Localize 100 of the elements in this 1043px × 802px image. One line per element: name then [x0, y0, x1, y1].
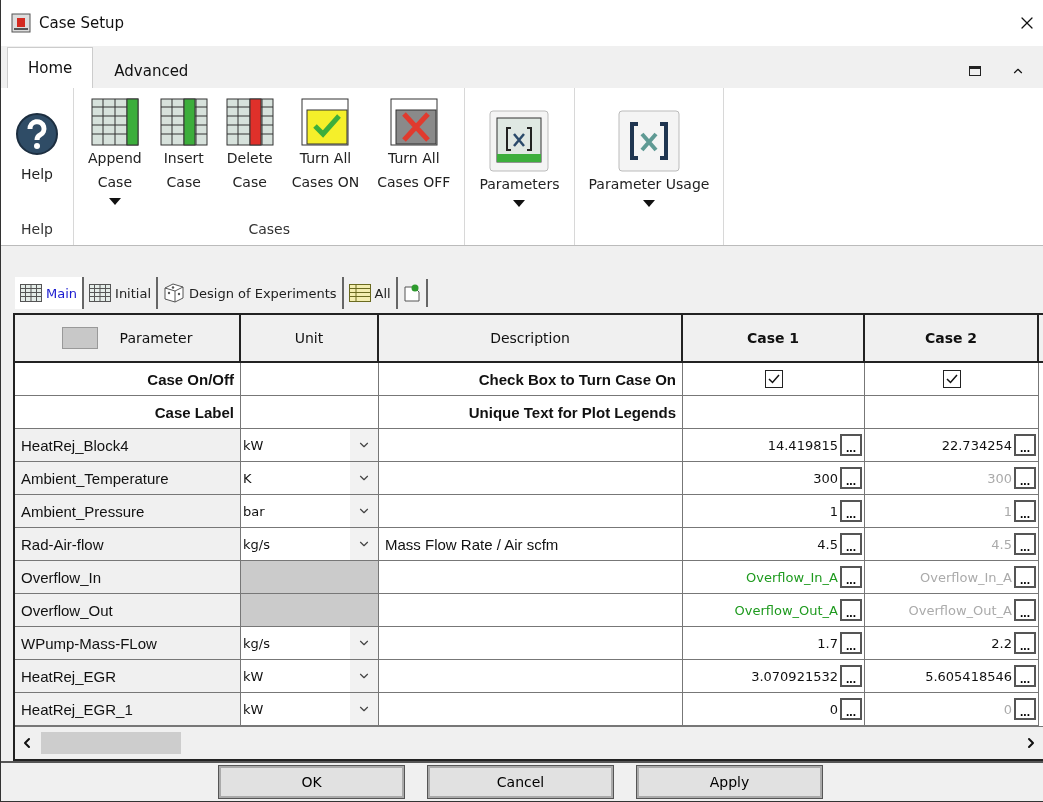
unit-dropdown[interactable]: kW — [241, 693, 379, 726]
value-cell[interactable]: 0 ... — [683, 693, 865, 726]
case-checkbox[interactable] — [764, 370, 783, 388]
ribbon-button[interactable]: Parameters — [473, 96, 566, 209]
value-cell[interactable]: 1 ... — [683, 495, 865, 528]
grid-icon — [348, 284, 371, 302]
unit-dropdown[interactable]: kW — [241, 660, 379, 693]
ribbon-tab[interactable]: Advanced — [93, 53, 210, 88]
value-cell[interactable]: 22.734254 ... — [865, 429, 1039, 462]
new-page-icon — [403, 284, 420, 302]
value-text: Overflow_Out_A — [734, 602, 838, 618]
column-header-text: Parameter — [119, 330, 193, 346]
sheet-tab[interactable]: Initial — [84, 277, 159, 309]
append-column-icon — [90, 98, 139, 146]
parameter-name: HeatRej_Block4 — [15, 429, 241, 462]
value-text: 1.7 — [817, 635, 838, 651]
parameter-name: Overflow_Out — [15, 594, 241, 627]
dialog-button[interactable]: OK — [219, 766, 404, 798]
unit-dropdown[interactable]: kg/s — [241, 627, 379, 660]
value-text: 1 — [1003, 503, 1012, 519]
browse-button[interactable]: ... — [840, 434, 862, 456]
browse-button[interactable]: ... — [840, 500, 862, 522]
browse-button[interactable]: ... — [840, 698, 862, 720]
row-description: Unique Text for Plot Legends — [379, 396, 683, 429]
browse-button[interactable]: ... — [1014, 599, 1036, 621]
parameter-name: HeatRej_EGR — [15, 660, 241, 693]
value-cell[interactable]: Overflow_In_A ... — [683, 561, 865, 594]
unit-dropdown[interactable]: bar — [241, 495, 379, 528]
browse-button[interactable]: ... — [1014, 698, 1036, 720]
browse-button[interactable]: ... — [840, 533, 862, 555]
value-cell[interactable]: Overflow_In_A ... — [865, 561, 1039, 594]
value-cell[interactable]: 300 ... — [865, 462, 1039, 495]
browse-button[interactable]: ... — [1014, 665, 1036, 687]
ribbon-button[interactable]: Delete Case — [219, 96, 280, 196]
value-cell[interactable]: 1.7 ... — [683, 627, 865, 660]
value-cell[interactable]: 1 ... — [865, 495, 1039, 528]
ribbon-button[interactable]: Insert Case — [153, 96, 214, 196]
ribbon-button[interactable]: Help — [9, 96, 65, 188]
delete-column-icon — [225, 98, 274, 146]
value-cell[interactable]: 3.070921532 ... — [683, 660, 865, 693]
variable-table-icon — [489, 110, 550, 172]
browse-button[interactable]: ... — [1014, 434, 1036, 456]
browse-button[interactable]: ... — [1014, 500, 1036, 522]
ribbon-button[interactable]: Parameter Usage — [582, 96, 716, 209]
value-cell[interactable]: 4.5 ... — [865, 528, 1039, 561]
ribbon-button[interactable]: Turn All Cases OFF — [371, 96, 457, 196]
parameter-name: Ambient_Pressure — [15, 495, 241, 528]
parameter-name: Overflow_In — [15, 561, 241, 594]
parameter-name: Rad-Air-flow — [15, 528, 241, 561]
group-label: Help — [20, 221, 54, 239]
sheet-tab[interactable]: Design of Experiments — [158, 277, 344, 309]
value-cell[interactable]: 14.419815 ... — [683, 429, 865, 462]
browse-button[interactable]: ... — [1014, 533, 1036, 555]
ribbon-button[interactable]: Append Case — [82, 96, 148, 207]
ribbon-button[interactable]: Turn All Cases ON — [285, 96, 366, 196]
value-text: Overflow_In_A — [920, 569, 1012, 585]
value-cell[interactable]: Overflow_Out_A ... — [683, 594, 865, 627]
value-text: 5.605418546 — [925, 668, 1012, 684]
browse-button[interactable]: ... — [840, 467, 862, 489]
row-description: Check Box to Turn Case On — [379, 363, 683, 396]
browse-button[interactable]: ... — [840, 632, 862, 654]
restore-icon[interactable] — [969, 66, 981, 76]
value-cell[interactable]: 0 ... — [865, 693, 1039, 726]
value-cell[interactable]: 2.2 ... — [865, 627, 1039, 660]
row-label: Case Label — [15, 396, 241, 429]
app-icon — [11, 13, 31, 33]
sheet-tab[interactable]: All — [343, 277, 398, 309]
sheet-tab[interactable]: Main — [15, 277, 85, 309]
browse-button[interactable]: ... — [1014, 566, 1036, 588]
unit-dropdown[interactable]: kg/s — [241, 528, 379, 561]
value-cell[interactable]: 5.605418546 ... — [865, 660, 1039, 693]
ribbon-tab[interactable]: Home — [7, 47, 94, 88]
value-text: 300 — [987, 470, 1012, 486]
dialog-button[interactable]: Apply — [637, 766, 822, 798]
parameter-name: WPump-Mass-FLow — [15, 627, 241, 660]
value-text: 0 — [829, 701, 838, 717]
case-checkbox[interactable] — [942, 370, 961, 388]
browse-button[interactable]: ... — [840, 665, 862, 687]
value-text: 3.070921532 — [751, 668, 838, 684]
grid-icon — [89, 284, 112, 302]
dice-icon — [163, 283, 186, 303]
row-label: Case On/Off — [15, 363, 241, 396]
value-cell[interactable]: 300 ... — [683, 462, 865, 495]
browse-button[interactable]: ... — [840, 599, 862, 621]
value-text: Overflow_In_A — [746, 569, 838, 585]
value-text: 2.2 — [991, 635, 1012, 651]
unit-dropdown[interactable]: K — [241, 462, 379, 495]
scrollbar-thumb[interactable] — [41, 732, 181, 754]
insert-column-icon — [159, 98, 208, 146]
value-cell[interactable]: Overflow_Out_A ... — [865, 594, 1039, 627]
browse-button[interactable]: ... — [1014, 632, 1036, 654]
browse-button[interactable]: ... — [1014, 467, 1036, 489]
value-text: 14.419815 — [767, 437, 838, 453]
group-label: Cases — [247, 221, 291, 239]
dialog-button[interactable]: Cancel — [428, 766, 613, 798]
browse-button[interactable]: ... — [840, 566, 862, 588]
value-cell[interactable]: 4.5 ... — [683, 528, 865, 561]
value-text: 4.5 — [817, 536, 838, 552]
unit-dropdown[interactable]: kW — [241, 429, 379, 462]
description-cell: Mass Flow Rate / Air scfm — [379, 528, 683, 561]
